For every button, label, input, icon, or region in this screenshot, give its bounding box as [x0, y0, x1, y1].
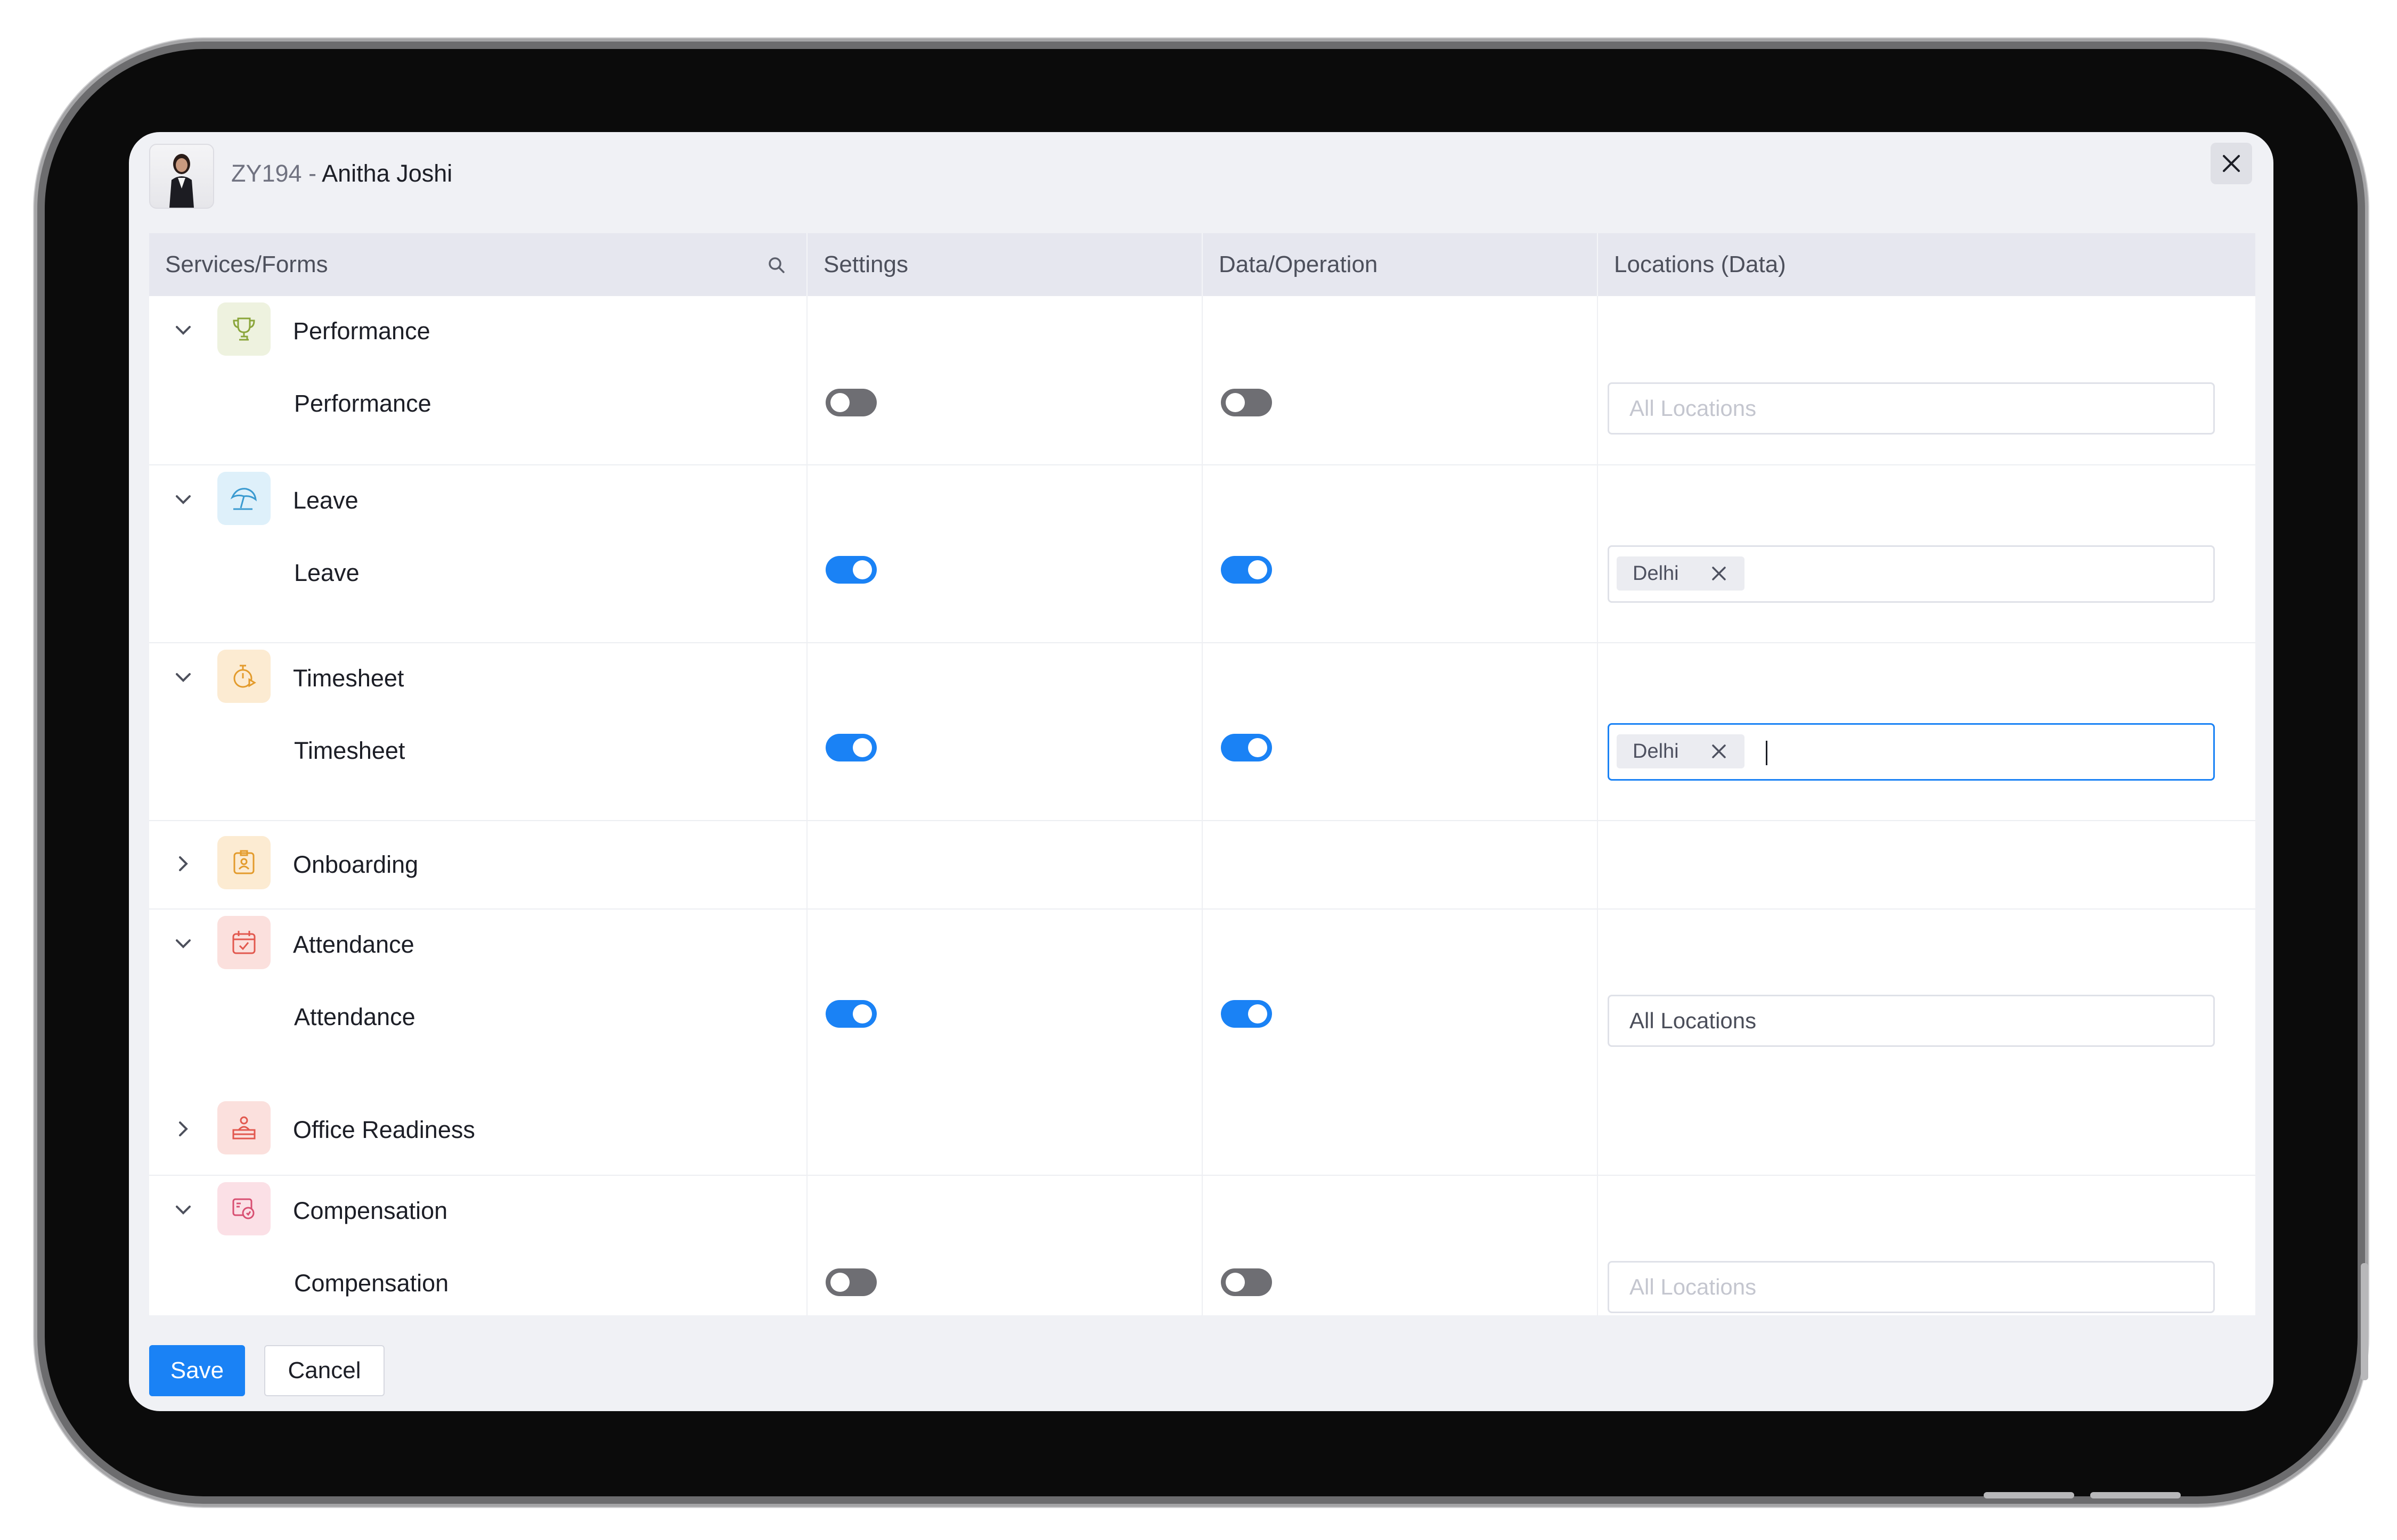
location-chip: Delhi — [1617, 556, 1744, 591]
close-icon — [2223, 155, 2240, 172]
search-icon[interactable] — [767, 256, 786, 275]
chevron-down-icon[interactable] — [170, 665, 196, 690]
calendar-check-icon — [217, 916, 271, 969]
subitem-label: Performance — [294, 390, 431, 417]
remove-chip-icon[interactable] — [1709, 564, 1729, 583]
chevron-down-icon[interactable] — [170, 487, 196, 512]
chevron-down-icon[interactable] — [170, 1197, 196, 1223]
chevron-down-icon[interactable] — [170, 931, 196, 956]
location-chip: Delhi — [1617, 734, 1744, 768]
beach-umbrella-icon — [217, 472, 271, 525]
locations-field[interactable]: All Locations — [1608, 1261, 2215, 1313]
settings-toggle[interactable] — [826, 389, 877, 416]
group-row-leave[interactable]: Leave — [149, 465, 2255, 531]
group-label: Onboarding — [293, 851, 419, 878]
locations-placeholder: All Locations — [1629, 1274, 1757, 1299]
locations-field[interactable]: All Locations — [1608, 995, 2215, 1047]
group-row-compensation[interactable]: Compensation — [149, 1176, 2255, 1242]
column-header-locations: Locations (Data) — [1614, 251, 1786, 277]
chevron-right-icon[interactable] — [170, 851, 196, 877]
subitem-row-performance: Performance All Locations — [149, 362, 2255, 443]
trophy-icon — [217, 302, 271, 356]
settings-toggle[interactable] — [826, 556, 877, 584]
group-label: Attendance — [293, 931, 414, 958]
locations-value: All Locations — [1629, 1008, 1757, 1033]
column-header-settings: Settings — [824, 251, 908, 277]
timer-icon — [217, 650, 271, 703]
subitem-row-timesheet: Timesheet Delhi — [149, 709, 2255, 790]
locations-field[interactable]: Delhi — [1608, 723, 2215, 781]
column-header-services: Services/Forms — [165, 251, 328, 277]
group-row-onboarding[interactable]: Onboarding — [149, 821, 2255, 908]
locations-field[interactable]: All Locations — [1608, 382, 2215, 435]
subitem-row-attendance: Attendance All Locations — [149, 976, 2255, 1056]
permissions-table: Services/Forms Settings Data/Operation L… — [149, 233, 2255, 1315]
id-badge-icon — [217, 836, 271, 889]
subitem-label: Compensation — [294, 1269, 449, 1297]
desk-person-icon — [217, 1101, 271, 1154]
group-label: Timesheet — [293, 665, 404, 692]
dialog-header: ZY194 - Anitha Joshi — [129, 132, 2273, 222]
text-caret — [1766, 741, 1767, 765]
group-label: Office Readiness — [293, 1116, 475, 1143]
group-label: Performance — [293, 317, 430, 345]
subitem-row-leave: Leave Delhi — [149, 531, 2255, 612]
money-icon — [217, 1182, 271, 1235]
data-operation-toggle[interactable] — [1221, 1268, 1272, 1296]
permissions-dialog: ZY194 - Anitha Joshi Services/Forms Sett… — [129, 132, 2273, 1411]
settings-toggle[interactable] — [826, 734, 877, 761]
group-label: Leave — [293, 487, 358, 514]
subitem-label: Timesheet — [294, 737, 405, 764]
data-operation-toggle[interactable] — [1221, 734, 1272, 761]
chip-label: Delhi — [1633, 740, 1679, 763]
settings-toggle[interactable] — [826, 1268, 877, 1296]
employee-title: ZY194 - Anitha Joshi — [231, 160, 453, 187]
data-operation-toggle[interactable] — [1221, 389, 1272, 416]
locations-field[interactable]: Delhi — [1608, 545, 2215, 603]
data-operation-toggle[interactable] — [1221, 556, 1272, 584]
chip-label: Delhi — [1633, 562, 1679, 585]
subitem-row-compensation: Compensation All Locations — [149, 1242, 2255, 1315]
group-row-performance[interactable]: Performance — [149, 296, 2255, 362]
locations-placeholder: All Locations — [1629, 396, 1757, 421]
group-row-attendance[interactable]: Attendance — [149, 910, 2255, 976]
subitem-label: Attendance — [294, 1003, 415, 1030]
group-row-office-readiness[interactable]: Office Readiness — [149, 1086, 2255, 1174]
close-button[interactable] — [2211, 143, 2252, 184]
volume-button — [1984, 1492, 2074, 1498]
settings-toggle[interactable] — [826, 1000, 877, 1028]
table-header: Services/Forms Settings Data/Operation L… — [149, 233, 2255, 296]
data-operation-toggle[interactable] — [1221, 1000, 1272, 1028]
side-button — [2361, 1263, 2368, 1380]
group-row-timesheet[interactable]: Timesheet — [149, 643, 2255, 709]
remove-chip-icon[interactable] — [1709, 742, 1729, 761]
group-label: Compensation — [293, 1197, 448, 1224]
cancel-button[interactable]: Cancel — [264, 1345, 385, 1396]
column-header-data-operation: Data/Operation — [1219, 251, 1378, 277]
avatar — [149, 144, 214, 209]
chevron-down-icon[interactable] — [170, 317, 196, 343]
subitem-label: Leave — [294, 559, 360, 586]
volume-button — [2090, 1492, 2181, 1498]
chevron-right-icon[interactable] — [170, 1116, 196, 1142]
save-button[interactable]: Save — [149, 1345, 245, 1396]
